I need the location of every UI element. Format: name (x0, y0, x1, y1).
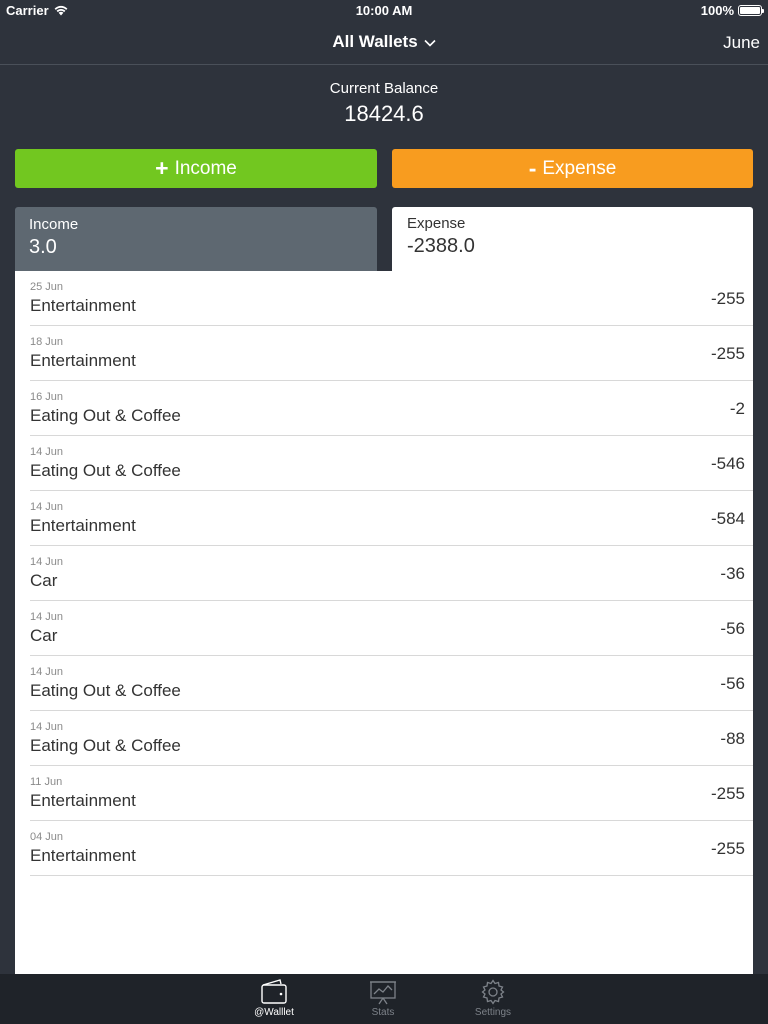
balance-label: Current Balance (329, 80, 439, 97)
transaction-amount: -255 (710, 289, 745, 308)
transaction-date: 04 Jun (30, 831, 64, 843)
tab-expense[interactable]: Expense -2388.0 (392, 207, 753, 271)
tab-stats-label: Stats (371, 1007, 395, 1018)
battery-info: 100% (700, 3, 764, 18)
tab-bar: @Walllet Stats Settings (0, 974, 768, 1024)
transaction-category: Eating Out & Coffee (30, 681, 181, 700)
transaction-amount: -2 (729, 399, 745, 418)
status-bar: Carrier 10:00 AM 100% (0, 0, 768, 22)
list-item[interactable]: 14 Jun Car -56 (30, 601, 753, 656)
expense-tab-label: Expense (407, 215, 466, 232)
chevron-down-icon (424, 39, 436, 47)
transaction-date: 14 Jun (30, 556, 64, 568)
transaction-date: 14 Jun (30, 721, 64, 733)
transaction-category: Car (30, 571, 58, 590)
list-item[interactable]: 14 Jun Car -36 (30, 546, 753, 601)
transaction-category: Eating Out & Coffee (30, 406, 181, 425)
transaction-date: 18 Jun (30, 336, 64, 348)
battery-icon (738, 5, 764, 16)
tab-wallet[interactable]: @Walllet (244, 979, 304, 1018)
list-item[interactable]: 14 Jun Eating Out & Coffee -88 (30, 711, 753, 766)
transaction-date: 14 Jun (30, 501, 64, 513)
add-income-button[interactable]: + Income (15, 149, 377, 188)
income-tab-label: Income (29, 216, 79, 233)
income-total: 3.0 (29, 236, 57, 258)
minus-icon: - (528, 155, 537, 181)
clock: 10:00 AM (355, 3, 413, 18)
transaction-category: Entertainment (30, 516, 136, 535)
transaction-amount: -546 (710, 454, 745, 473)
transaction-amount: -88 (720, 729, 745, 748)
wallet-icon (261, 979, 287, 1004)
transaction-date: 14 Jun (30, 446, 64, 458)
transaction-amount: -255 (710, 839, 745, 858)
tab-income[interactable]: Income 3.0 (15, 207, 377, 271)
transaction-amount: -255 (710, 344, 745, 363)
transaction-amount: -56 (720, 619, 745, 638)
add-expense-button[interactable]: - Expense (392, 149, 753, 188)
transaction-category: Entertainment (30, 296, 136, 315)
transaction-list[interactable]: 25 Jun Entertainment -255 18 Jun Enterta… (15, 271, 753, 975)
list-item[interactable]: 18 Jun Entertainment -255 (30, 326, 753, 381)
balance-value: 18424.6 (344, 101, 424, 126)
transaction-amount: -36 (720, 564, 745, 583)
battery-percent: 100% (700, 3, 734, 18)
transaction-category: Entertainment (30, 846, 136, 865)
transaction-amount: -255 (710, 784, 745, 803)
transaction-amount: -56 (720, 674, 745, 693)
transaction-date: 25 Jun (30, 281, 64, 293)
gear-icon (481, 979, 505, 1005)
transaction-amount: -584 (710, 509, 745, 528)
nav-bar: All Wallets June (0, 22, 768, 65)
transaction-date: 11 Jun (30, 776, 63, 788)
transaction-category: Car (30, 626, 58, 645)
tab-settings-label: Settings (474, 1007, 512, 1018)
list-item[interactable]: 25 Jun Entertainment -255 (30, 271, 753, 326)
add-expense-label: Expense (542, 157, 617, 179)
list-item[interactable]: 04 Jun Entertainment -255 (30, 821, 753, 876)
list-item[interactable]: 14 Jun Eating Out & Coffee -546 (30, 436, 753, 491)
tab-settings[interactable]: Settings (463, 979, 523, 1018)
wallet-selector-label: All Wallets (332, 32, 418, 51)
expense-total: -2388.0 (407, 235, 475, 257)
chart-icon (370, 981, 396, 1005)
wallet-selector[interactable]: All Wallets (0, 32, 768, 52)
tab-stats[interactable]: Stats (353, 979, 413, 1018)
transaction-date: 14 Jun (30, 666, 64, 678)
month-selector[interactable]: June (723, 33, 760, 53)
transaction-category: Eating Out & Coffee (30, 461, 181, 480)
transaction-category: Entertainment (30, 351, 136, 370)
transaction-category: Eating Out & Coffee (30, 736, 181, 755)
list-item[interactable]: 16 Jun Eating Out & Coffee -2 (30, 381, 753, 436)
tab-wallet-label: @Walllet (254, 1007, 294, 1018)
transaction-date: 16 Jun (30, 391, 64, 403)
list-item[interactable]: 14 Jun Eating Out & Coffee -56 (30, 656, 753, 711)
plus-icon: + (155, 155, 169, 181)
list-item[interactable]: 11 Jun Entertainment -255 (30, 766, 753, 821)
transaction-category: Entertainment (30, 791, 136, 810)
list-item[interactable]: 14 Jun Entertainment -584 (30, 491, 753, 546)
transaction-date: 14 Jun (30, 611, 64, 623)
add-income-label: Income (174, 157, 237, 179)
